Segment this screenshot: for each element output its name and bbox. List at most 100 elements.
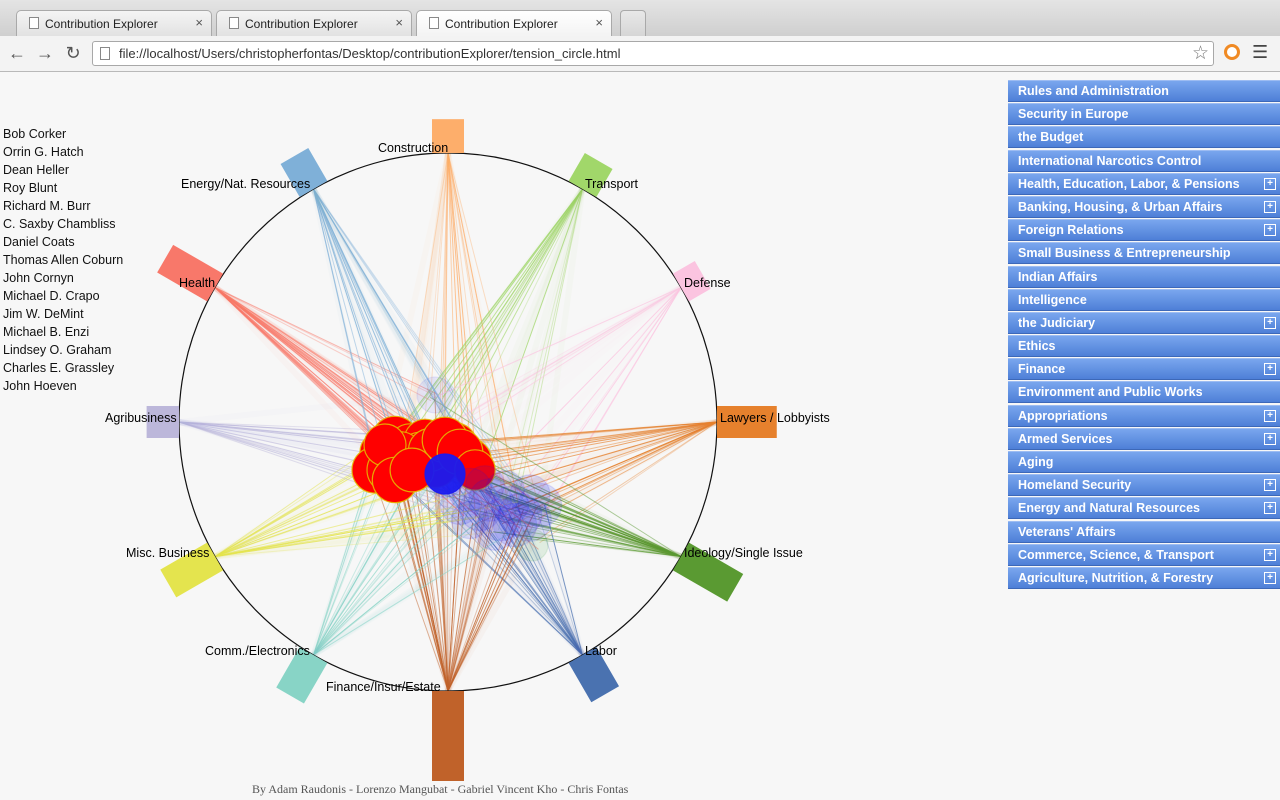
committee-label: Finance [1018, 362, 1066, 377]
committee-label: Armed Services [1018, 431, 1113, 446]
page-icon [429, 17, 439, 29]
committee-list: Rules and Administration Security in Euro… [1008, 80, 1280, 590]
expand-icon[interactable]: + [1264, 548, 1276, 561]
credits-text: By Adam Raudonis - Lorenzo Mangubat - Ga… [252, 782, 629, 796]
committee-label: Foreign Relations [1018, 223, 1124, 238]
industry-label: Health [179, 276, 215, 290]
industry-label: Construction [378, 141, 448, 155]
committee-item[interactable]: Banking, Housing, & Urban Affairs + [1008, 195, 1280, 218]
committee-label: Environment and Public Works [1018, 385, 1203, 400]
industry-bar-rect[interactable] [432, 691, 464, 781]
committee-item[interactable]: Aging [1008, 451, 1280, 473]
committee-item[interactable]: International Narcotics Control [1008, 149, 1280, 172]
committee-item[interactable]: Energy and Natural Resources + [1008, 497, 1280, 520]
expand-icon[interactable]: + [1264, 432, 1276, 445]
expand-icon[interactable]: + [1264, 224, 1276, 237]
industry-label: Defense [684, 276, 731, 290]
senator-node-democrat[interactable] [450, 500, 490, 540]
tension-circle-visualization: Construction Transport Defense Lawyers / Lo… [105, 119, 830, 781]
industry-label: Ideology/Single Issue [684, 546, 803, 560]
committee-item[interactable]: Appropriations + [1008, 404, 1280, 427]
page-icon [100, 47, 110, 60]
expand-icon[interactable]: + [1264, 502, 1276, 515]
committee-item[interactable]: Environment and Public Works [1008, 381, 1280, 404]
industry-label: Energy/Nat. Resources [181, 177, 310, 191]
industry-bar[interactable] [432, 691, 464, 781]
committee-label: Rules and Administration [1018, 84, 1169, 98]
committee-item[interactable]: Small Business & Entrepreneurship [1008, 242, 1280, 265]
browser-tab-2[interactable]: Contribution Explorer × [216, 10, 412, 36]
industry-label: Comm./Electronics [205, 644, 310, 658]
industry-label: Transport [585, 177, 639, 191]
browser-toolbar: ← → ↻ file://localhost/Users/christopher… [0, 36, 1280, 72]
senator-node-democrat[interactable] [485, 470, 525, 510]
committee-label: Health, Education, Labor, & Pensions [1018, 176, 1240, 191]
committee-item[interactable]: Commerce, Science, & Transport + [1008, 543, 1280, 566]
committee-item[interactable]: Veterans' Affairs [1008, 520, 1280, 543]
committee-label: Agriculture, Nutrition, & Forestry [1018, 570, 1214, 585]
committee-item[interactable]: Intelligence [1008, 288, 1280, 311]
committee-label: Aging [1018, 455, 1054, 469]
tab-title: Contribution Explorer [445, 17, 558, 31]
industry-label: Finance/Insur/Estate [326, 680, 441, 694]
forward-arrow-icon[interactable]: → [34, 42, 56, 64]
browser-tab-1[interactable]: Contribution Explorer × [16, 10, 212, 36]
committee-label: Banking, Housing, & Urban Affairs [1018, 199, 1223, 214]
industry-bar[interactable] [157, 244, 224, 302]
committee-label: Ethics [1018, 339, 1056, 354]
expand-icon[interactable]: + [1264, 177, 1276, 190]
menu-icon[interactable]: ☰ [1252, 42, 1268, 63]
url-text[interactable]: file://localhost/Users/christopherfontas… [119, 46, 620, 61]
senator-node-democrat[interactable] [416, 376, 454, 414]
page-icon [29, 17, 39, 29]
committee-item[interactable]: Indian Affairs [1008, 265, 1280, 288]
committee-item[interactable]: Finance + [1008, 358, 1280, 381]
committee-item[interactable]: Ethics [1008, 335, 1280, 358]
committee-item[interactable]: the Budget [1008, 126, 1280, 149]
tab-strip: Contribution Explorer × Contribution Exp… [0, 0, 1280, 37]
committee-label: Indian Affairs [1018, 269, 1098, 284]
committee-label: Appropriations [1018, 408, 1108, 423]
tab-title: Contribution Explorer [245, 17, 358, 31]
committee-label: Small Business & Entrepreneurship [1018, 246, 1231, 261]
new-tab-button[interactable] [620, 10, 646, 36]
committee-item[interactable]: Armed Services + [1008, 427, 1280, 450]
industry-bar-rect[interactable] [157, 244, 224, 302]
close-icon[interactable]: × [395, 15, 403, 30]
committee-item[interactable]: the Judiciary + [1008, 311, 1280, 334]
industry-label: Misc. Business [126, 546, 209, 560]
close-icon[interactable]: × [595, 15, 603, 30]
page-icon [229, 17, 239, 29]
bookmark-star-icon[interactable]: ☆ [1192, 42, 1209, 65]
committee-label: Veterans' Affairs [1018, 524, 1116, 539]
address-bar[interactable]: file://localhost/Users/christopherfontas… [92, 41, 1214, 66]
extension-icon[interactable] [1224, 44, 1240, 60]
reload-icon[interactable]: ↻ [62, 42, 84, 64]
expand-icon[interactable]: + [1264, 316, 1276, 329]
senator-node-democrat[interactable] [424, 453, 466, 495]
close-icon[interactable]: × [195, 15, 203, 30]
committee-item[interactable]: Foreign Relations + [1008, 219, 1280, 242]
senator-node-independent[interactable] [515, 528, 549, 562]
committee-item[interactable]: Security in Europe [1008, 103, 1280, 126]
expand-icon[interactable]: + [1264, 200, 1276, 213]
expand-icon[interactable]: + [1264, 571, 1276, 584]
expand-icon[interactable]: + [1264, 479, 1276, 492]
expand-icon[interactable]: + [1264, 409, 1276, 422]
committee-label: the Budget [1018, 130, 1084, 145]
committee-item[interactable]: Health, Education, Labor, & Pensions + [1008, 172, 1280, 195]
committee-item[interactable]: Homeland Security + [1008, 474, 1280, 497]
tab-title: Contribution Explorer [45, 17, 158, 31]
committee-label: Security in Europe [1018, 107, 1129, 122]
committee-label: Homeland Security [1018, 478, 1132, 493]
industry-label: Lawyers / Lobbyists [720, 411, 830, 425]
committee-item[interactable]: Rules and Administration [1008, 80, 1280, 102]
expand-icon[interactable]: + [1264, 363, 1276, 376]
browser-tab-3-active[interactable]: Contribution Explorer × [416, 10, 612, 37]
committee-label: International Narcotics Control [1018, 153, 1202, 168]
back-arrow-icon[interactable]: ← [6, 42, 28, 64]
committee-label: Commerce, Science, & Transport [1018, 547, 1214, 562]
industry-label: Agribusiness [105, 411, 177, 425]
committee-label: the Judiciary [1018, 315, 1096, 330]
committee-item[interactable]: Agriculture, Nutrition, & Forestry + [1008, 566, 1280, 589]
